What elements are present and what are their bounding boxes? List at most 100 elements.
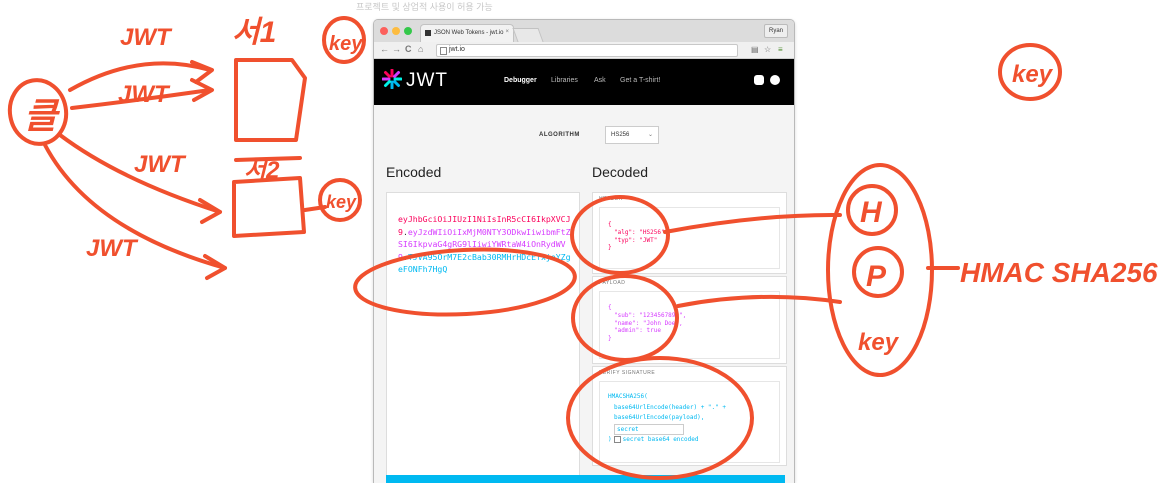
decoded-title: Decoded	[592, 164, 649, 180]
zoom-window-dot[interactable]	[404, 27, 412, 35]
jwt-favicon-icon	[425, 30, 431, 36]
payload-line-name: "name": "John Doe",	[614, 319, 683, 327]
key-line-2	[303, 205, 327, 212]
payload-line-close: }	[608, 335, 612, 343]
verify-line-1: HMACSHA256(	[608, 393, 648, 400]
server-2-box	[232, 176, 306, 238]
key-label-right: key	[1012, 61, 1054, 88]
header-line-open: {	[608, 221, 612, 228]
page-icon	[440, 47, 447, 55]
home-button[interactable]: ⌂	[418, 44, 423, 55]
jwt-site-header: JWT Debugger Libraries Ask Get a T-shirt…	[374, 59, 794, 105]
key-circle-2	[318, 178, 362, 222]
arrow-head-1b	[190, 78, 214, 102]
algorithm-select[interactable]: HS256 ⌄	[605, 126, 659, 144]
nav-get-tshirt[interactable]: Get a T-shirt!	[620, 77, 660, 84]
nav-ask[interactable]: Ask	[594, 77, 606, 84]
encoded-token-text: eyJhbGciOiJIUzI1NiIsInR5cCI6IkpXVCJ9.eyJ…	[398, 213, 574, 276]
server-divider	[234, 156, 302, 162]
header-line-alg: "alg": "HS256",	[614, 228, 669, 236]
p-label: P	[866, 260, 887, 293]
jwt-label-4: JWT	[86, 235, 139, 262]
chevron-down-icon: ⌄	[647, 132, 653, 138]
server-1-label: 서1	[232, 16, 276, 49]
nav-libraries[interactable]: Libraries	[551, 77, 578, 84]
payload-section-label: PAYLOAD	[599, 280, 626, 286]
reload-button[interactable]: C	[405, 44, 412, 55]
client-circle	[7, 78, 69, 146]
algorithm-value: HS256	[611, 132, 630, 138]
key-circle-1	[322, 16, 366, 64]
url-text: jwt.io	[449, 46, 465, 53]
verify-close-paren: )	[608, 436, 612, 443]
minimize-window-dot[interactable]	[392, 27, 400, 35]
jwt-label-1: JWT	[120, 24, 173, 51]
star-icon[interactable]: ☆	[764, 45, 771, 54]
h-circle	[846, 184, 898, 236]
base64-checkbox[interactable]	[613, 436, 621, 443]
secret-input[interactable]: secret	[614, 423, 684, 435]
encoded-title: Encoded	[386, 164, 442, 180]
server-1-box	[234, 58, 307, 142]
key-label-2: key	[326, 192, 357, 212]
profile-button[interactable]: Ryan	[763, 24, 788, 38]
arrow-to-server-1a	[68, 61, 212, 92]
verify-line-2: base64UrlEncode(header) + "." +	[614, 403, 726, 411]
verify-line-3: base64UrlEncode(payload),	[614, 414, 705, 421]
payload-line-admin: "admin": true	[614, 327, 661, 335]
verify-signature-body: HMACSHA256( base64UrlEncode(header) + ".…	[599, 381, 780, 463]
nav-debugger[interactable]: Debugger	[504, 77, 537, 84]
tab-strip: JSON Web Tokens - jwt.io × Ryan	[374, 20, 794, 43]
payload-line-open: {	[608, 304, 612, 311]
browser-tab[interactable]: JSON Web Tokens - jwt.io ×	[420, 24, 514, 43]
browser-window: JSON Web Tokens - jwt.io × Ryan ← → C ⌂ …	[373, 19, 795, 483]
header-line-typ: "typ": "JWT"	[614, 236, 658, 244]
key-label-bottom: key	[858, 329, 900, 356]
jwt-label-3: JWT	[134, 151, 187, 178]
forward-button[interactable]: →	[392, 44, 401, 55]
arrow-to-server-2a	[58, 133, 222, 214]
header-json: { "alg": "HS256", "typ": "JWT" }	[608, 221, 668, 252]
payload-json-editor[interactable]: { "sub": "1234567890", "name": "John Doe…	[599, 291, 780, 359]
server-2-label: 서2	[244, 157, 280, 184]
arrow-head-2b	[203, 254, 227, 280]
close-window-dot[interactable]	[380, 27, 388, 35]
arrow-head-2a	[198, 198, 222, 224]
new-tab-button[interactable]	[512, 28, 544, 42]
jwt-label-2: JWT	[118, 81, 171, 108]
jwt-parts-oval	[826, 163, 934, 377]
client-label: 클	[24, 95, 61, 136]
browser-toolbar: ← → C ⌂ jwt.io ▤ ☆ ≡	[374, 42, 794, 59]
tab-title: JSON Web Tokens - jwt.io	[434, 30, 504, 36]
menu-icon[interactable]: ≡	[778, 45, 783, 54]
verify-section-label: VERIFY SIGNATURE	[599, 370, 656, 376]
arrow-to-server-2b	[43, 143, 227, 270]
algorithm-label: ALGORITHM	[539, 132, 580, 138]
arrow-head-1a	[190, 60, 214, 84]
hmac-label: HMAC SHA256	[960, 257, 1158, 288]
base64-checkbox-label: secret base64 encoded	[622, 436, 699, 443]
translate-icon[interactable]: ▤	[751, 45, 759, 54]
decoded-payload-section: PAYLOAD { "sub": "1234567890", "name": "…	[592, 276, 787, 364]
tab-close-icon[interactable]: ×	[505, 29, 509, 35]
back-button[interactable]: ←	[380, 44, 389, 55]
h-label: H	[860, 196, 883, 229]
twitter-icon[interactable]	[770, 75, 780, 85]
jwt-logo-text[interactable]: JWT	[406, 70, 448, 92]
payload-line-sub: "sub": "1234567890",	[614, 311, 687, 319]
header-line-close: }	[608, 244, 612, 252]
decoded-header-section: HEADER { "alg": "HS256", "typ": "JWT" }	[592, 192, 787, 274]
key-circle-right	[998, 43, 1062, 101]
key-label-1: key	[329, 33, 363, 55]
verify-signature-section: VERIFY SIGNATURE HMACSHA256( base64UrlEn…	[592, 366, 787, 466]
verify-code: HMACSHA256( base64UrlEncode(header) + ".…	[608, 392, 726, 446]
header-json-editor[interactable]: { "alg": "HS256", "typ": "JWT" }	[599, 207, 780, 269]
encoded-token-input[interactable]: eyJhbGciOiJIUzI1NiIsInR5cCI6IkpXVCJ9.eyJ…	[386, 192, 580, 483]
token-signature-part: TJVA95OrM7E2cBab30RMHrHDcEfxjoYZgeFONFh7…	[398, 251, 571, 275]
arrow-to-server-1b	[70, 88, 212, 110]
top-faded-caption: 프로젝트 및 상업적 사용이 허용 가능	[356, 2, 493, 12]
settings-icon[interactable]	[754, 75, 764, 85]
header-section-label: HEADER	[599, 196, 623, 202]
jwt-logo-icon[interactable]	[382, 69, 402, 89]
address-bar[interactable]: jwt.io	[436, 44, 738, 57]
